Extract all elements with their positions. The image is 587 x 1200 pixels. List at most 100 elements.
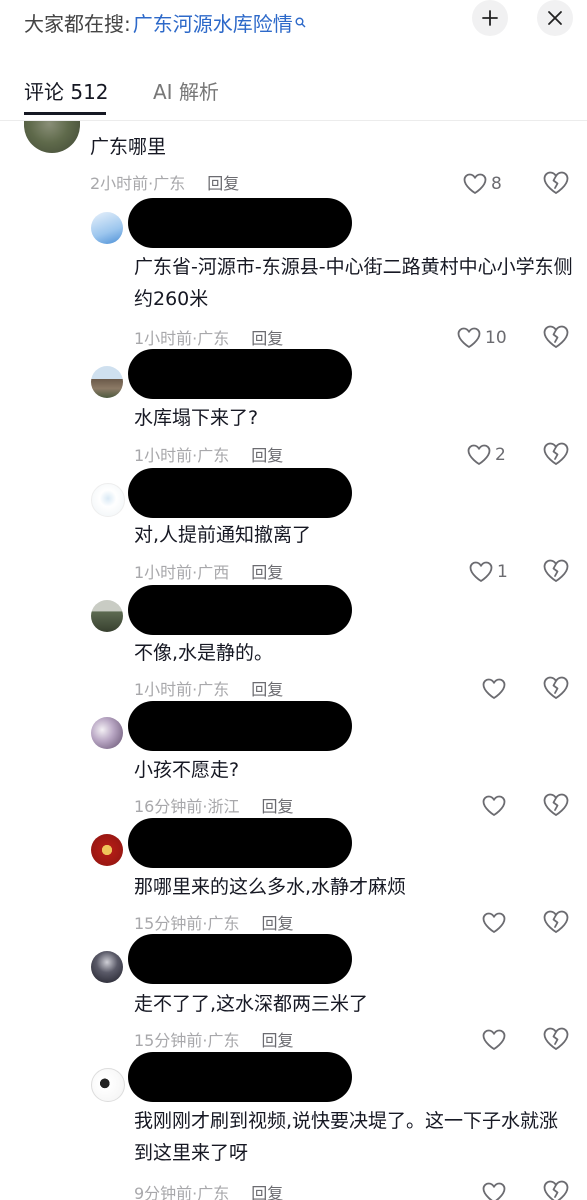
reply-button[interactable]: 回复: [251, 1184, 283, 1200]
broken-heart-icon: [541, 1025, 571, 1053]
redacted-username: [128, 585, 352, 635]
dislike-button[interactable]: [541, 440, 571, 470]
like-count: 1: [497, 562, 508, 582]
comment-meta: 15分钟前·广东 回复: [134, 1028, 293, 1054]
dislike-button[interactable]: [541, 169, 571, 199]
reply-button[interactable]: 回复: [261, 797, 293, 816]
comment-text: 那哪里来的这么多水,水静才麻烦: [134, 876, 407, 898]
comment-text: 我刚刚才刷到视频,说快要决堤了。这一下子水就涨到这里来了呀: [134, 1110, 559, 1164]
heart-icon: [456, 326, 482, 350]
reply-button[interactable]: 回复: [261, 1031, 293, 1050]
redacted-username: [128, 1052, 352, 1102]
reply-button[interactable]: 回复: [251, 446, 283, 465]
comment-text: 水库塌下来了?: [134, 407, 259, 429]
avatar[interactable]: [91, 366, 123, 398]
heart-icon: [462, 172, 488, 196]
like-button[interactable]: [481, 1178, 510, 1200]
comment-time-location: 16分钟前·浙江: [134, 797, 240, 816]
close-button[interactable]: [537, 0, 573, 36]
tab-ai-analysis[interactable]: AI 解析: [153, 76, 219, 105]
comment-text: 对,人提前通知撤离了: [134, 524, 312, 546]
tab-comments[interactable]: 评论 512: [24, 76, 109, 105]
broken-heart-icon: [541, 791, 571, 819]
redacted-username: [128, 934, 352, 984]
comment-text: 走不了了,这水深都两三米了: [134, 993, 369, 1015]
comment-tabs: 评论 512 AI 解析: [0, 70, 587, 121]
collapse-button[interactable]: [472, 0, 508, 36]
comment-text: 广东哪里: [90, 136, 167, 158]
redacted-username: [128, 818, 352, 868]
heart-icon: [481, 794, 507, 818]
comment-meta: 1小时前·广东 回复: [134, 677, 283, 703]
avatar[interactable]: [91, 834, 123, 866]
like-count: 10: [485, 328, 507, 348]
broken-heart-icon: [541, 440, 571, 468]
broken-heart-icon: [541, 323, 571, 351]
like-button[interactable]: [481, 791, 510, 821]
reply-button[interactable]: 回复: [207, 174, 239, 193]
avatar[interactable]: [24, 121, 80, 153]
dislike-button[interactable]: [541, 791, 571, 821]
comment-text: 小孩不愿走?: [134, 759, 240, 781]
avatar[interactable]: [91, 717, 123, 749]
dislike-button[interactable]: [541, 908, 571, 938]
redacted-username: [128, 468, 352, 518]
reply-button[interactable]: 回复: [261, 914, 293, 933]
comment-time-location: 1小时前·广东: [134, 446, 230, 465]
like-count: 8: [491, 174, 502, 194]
avatar[interactable]: [91, 212, 123, 244]
like-button[interactable]: 2: [466, 440, 506, 470]
heart-icon: [481, 911, 507, 935]
like-button[interactable]: 8: [462, 169, 502, 199]
dislike-button[interactable]: [541, 674, 571, 704]
comment-meta: 1小时前·广西 回复: [134, 560, 283, 586]
dislike-button[interactable]: [541, 323, 571, 353]
avatar[interactable]: [91, 1068, 125, 1102]
avatar[interactable]: [91, 951, 123, 983]
redacted-username: [128, 349, 352, 399]
redacted-username: [128, 198, 352, 248]
dislike-button[interactable]: [541, 1178, 571, 1200]
reply-button[interactable]: 回复: [251, 680, 283, 699]
comment-time-location: 1小时前·广东: [134, 680, 230, 699]
comment-text: 不像,水是静的。: [134, 642, 274, 664]
comment-time-location: 15分钟前·广东: [134, 1031, 240, 1050]
redacted-username: [128, 701, 352, 751]
close-icon: [547, 10, 563, 26]
broken-heart-icon: [541, 1178, 571, 1200]
like-button[interactable]: 1: [468, 557, 508, 587]
reply-button[interactable]: 回复: [251, 329, 283, 348]
search-icon: [295, 17, 306, 28]
heart-icon: [468, 560, 494, 584]
comment-meta: 1小时前·广东 回复: [134, 443, 283, 469]
dislike-button[interactable]: [541, 557, 571, 587]
avatar[interactable]: [91, 483, 125, 517]
like-button[interactable]: 10: [456, 323, 507, 353]
broken-heart-icon: [541, 169, 571, 197]
like-button[interactable]: [481, 674, 510, 704]
comment-time-location: 2小时前·广东: [90, 174, 186, 193]
comment-meta: 9分钟前·广东 回复: [134, 1181, 283, 1200]
broken-heart-icon: [541, 674, 571, 702]
reply-button[interactable]: 回复: [251, 563, 283, 582]
heart-icon: [481, 1028, 507, 1052]
like-button[interactable]: [481, 908, 510, 938]
avatar[interactable]: [91, 600, 123, 632]
collapse-icon: [481, 9, 499, 27]
comment-time-location: 15分钟前·广东: [134, 914, 240, 933]
like-button[interactable]: [481, 1025, 510, 1055]
search-suggestion[interactable]: 大家都在搜: 广东河源水库险情: [24, 4, 306, 40]
search-suggestion-query[interactable]: 广东河源水库险情: [133, 8, 293, 37]
comment-text: 广东省-河源市-东源县-中心街二路黄村中心小学东侧约260米: [134, 256, 573, 310]
heart-icon: [481, 1181, 507, 1200]
dislike-button[interactable]: [541, 1025, 571, 1055]
heart-icon: [481, 677, 507, 701]
comment-time-location: 1小时前·广东: [134, 329, 230, 348]
broken-heart-icon: [541, 557, 571, 585]
like-count: 2: [495, 445, 506, 465]
comment-list[interactable]: 广东哪里 2小时前·广东 回复 8 广东省-河源市-东源县-中心街二路黄村中心小学…: [0, 121, 587, 1200]
heart-icon: [466, 443, 492, 467]
search-suggestion-prefix: 大家都在搜:: [24, 11, 131, 36]
comment-time-location: 9分钟前·广东: [134, 1184, 230, 1200]
comment-time-location: 1小时前·广西: [134, 563, 230, 582]
